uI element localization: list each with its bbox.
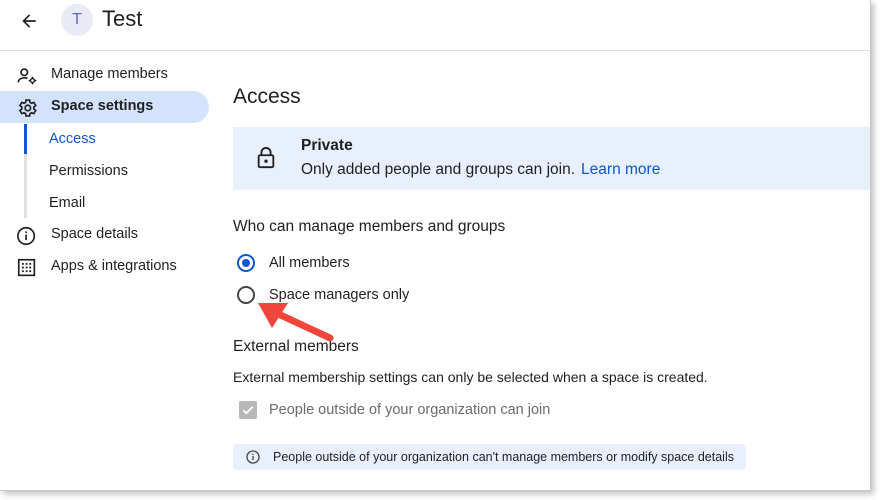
radio-button-checked[interactable] — [237, 254, 255, 272]
checkbox-disabled-checked — [239, 401, 257, 419]
privacy-title: Private — [301, 137, 353, 154]
learn-more-link[interactable]: Learn more — [581, 161, 660, 178]
privacy-card: Private Only added people and groups can… — [233, 127, 870, 190]
space-avatar: T — [61, 4, 93, 36]
header: T Test — [0, 0, 870, 51]
checkbox-label: People outside of your organization can … — [269, 402, 551, 418]
privacy-description: Only added people and groups can join. Le… — [301, 161, 660, 179]
sidebar-item-manage-members[interactable]: Manage members — [0, 59, 209, 91]
back-arrow-icon — [22, 14, 36, 28]
manage-section-heading: Who can manage members and groups — [233, 218, 506, 235]
notice-banner: People outside of your organization can'… — [233, 444, 746, 470]
radio-button-unchecked[interactable] — [237, 286, 255, 304]
sidebar-item-label: Space details — [51, 226, 139, 242]
app-window: T Test Manage members Space settings Acc… — [0, 0, 871, 491]
apps-grid-icon — [17, 258, 36, 277]
sidebar-item-space-details[interactable]: Space details — [0, 219, 209, 251]
checkmark-icon — [242, 406, 254, 415]
info-icon — [246, 450, 260, 464]
subnav-item-permissions[interactable]: Permissions — [49, 163, 128, 179]
back-button[interactable] — [16, 8, 42, 34]
privacy-description-text: Only added people and groups can join. — [301, 161, 576, 178]
sidebar-item-label: Apps & integrations — [51, 258, 177, 274]
radio-all-members[interactable]: All members — [237, 252, 350, 274]
sidebar-item-label: Manage members — [51, 66, 168, 82]
sidebar-item-space-settings[interactable]: Space settings — [0, 91, 209, 123]
external-description: External membership settings can only be… — [233, 369, 708, 385]
page-title: Access — [233, 85, 301, 108]
subnav-active-indicator — [24, 124, 27, 154]
external-join-checkbox-row: People outside of your organization can … — [239, 401, 550, 419]
space-title: Test — [102, 6, 143, 31]
notice-text: People outside of your organization can'… — [273, 450, 734, 464]
lock-icon — [257, 147, 275, 169]
manage-members-icon — [17, 68, 37, 85]
subnav-item-email[interactable]: Email — [49, 195, 85, 211]
annotation-arrow-icon — [258, 303, 334, 342]
sidebar-item-apps-integrations[interactable]: Apps & integrations — [0, 251, 209, 283]
radio-label: All members — [269, 255, 350, 271]
subnav-item-access[interactable]: Access — [49, 131, 96, 147]
info-icon — [17, 226, 36, 246]
gear-icon — [18, 99, 37, 117]
sidebar-item-label: Space settings — [51, 98, 154, 114]
